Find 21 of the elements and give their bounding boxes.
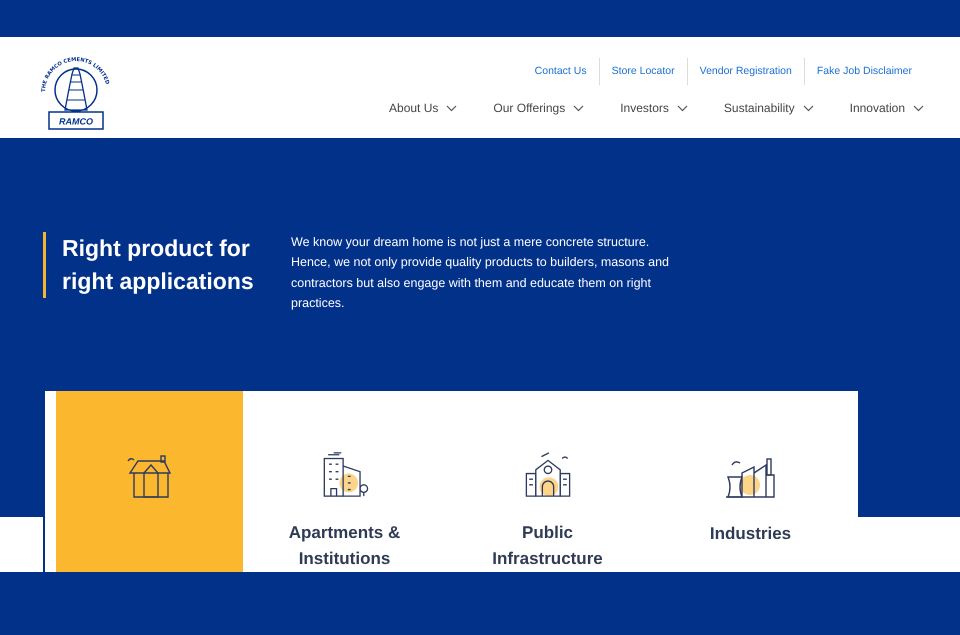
nav-menu-item[interactable]: About Us (389, 99, 458, 118)
nav-menu-item[interactable]: Sustainability (724, 99, 814, 118)
accent-bar (43, 232, 46, 298)
chevron-down-icon (802, 104, 814, 112)
chevron-down-icon (573, 104, 584, 112)
category-tile[interactable] (56, 391, 243, 572)
hero-paragraph: We know your dream home is not just a mere concrete structure. Hence, we not only provide quality products to builders, masons and contractors but also engage with them and educate them on right practices. (291, 234, 670, 312)
header-link[interactable]: Fake Job Disclaimer (804, 58, 924, 86)
header-link[interactable]: Vendor Registration (686, 58, 804, 86)
header-link[interactable]: Store Locator (598, 58, 687, 86)
chevron-down-icon (913, 104, 924, 112)
category-label: Public Infrastructure (491, 522, 604, 570)
nav-menu-item[interactable]: Innovation (850, 99, 924, 118)
chevron-down-icon (676, 104, 688, 112)
nav-menu-item[interactable]: Investors (620, 99, 688, 118)
category-label: Apartments & Institutions (288, 522, 402, 570)
nav-menu-item[interactable]: Our Offerings (493, 99, 584, 118)
header-link[interactable]: Contact Us (522, 58, 599, 86)
category-label: Industries (708, 523, 792, 545)
chevron-down-icon (446, 104, 458, 112)
hero-heading: Right product for right applications (62, 234, 255, 296)
